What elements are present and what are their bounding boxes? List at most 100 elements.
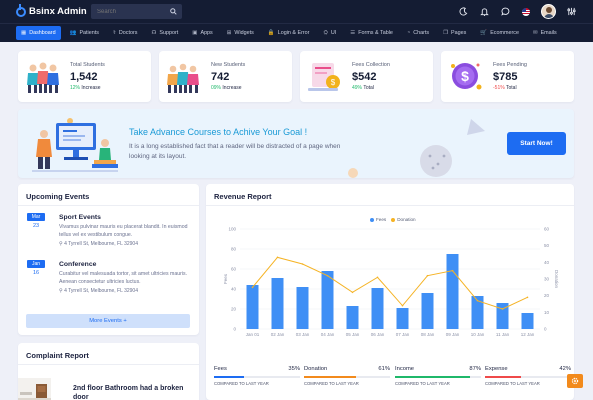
more-events-button[interactable]: More Events + [26,314,190,328]
x-tick-label: 08 Jan [421,332,435,337]
nav-item-charts[interactable]: ◔ Charts [402,26,434,40]
stat-change: -51% Total [493,85,527,91]
event-location-text: 4 Tyrrell St, Melbourne, FL 32904 [64,241,138,247]
event-location: ⚲ 4 Tyrrell St, Melbourne, FL 32904 [59,288,138,294]
summary-compare-text: COMPARED TO LAST YEAR [395,381,450,386]
summary-item: Fees 35% COMPARED TO LAST YEAR [214,366,300,386]
summary-progress-fill [214,376,245,378]
dashboard-icon: ▦ [21,30,27,36]
fees-bar [521,313,534,329]
summary-item: Donation 61% COMPARED TO LAST YEAR [304,366,390,386]
nav-item-dashboard[interactable]: ▦ Dashboard [16,26,61,40]
online-learning-illustration [32,123,118,172]
mail-icon: ✉ [532,30,538,36]
dark-mode-icon[interactable] [457,6,469,18]
app-logo[interactable]: Bsinx Admin [0,3,91,17]
nav-item-login-error[interactable]: 🔒 Login & Error [263,26,315,40]
students-illustration [24,59,62,95]
nav-item-label: Ecommerce [490,30,519,36]
fees-bar [246,285,259,329]
summary-compare-text: COMPARED TO LAST YEAR [304,381,359,386]
event-date: Jan 16 [27,260,45,276]
summary-item: Expense 42% COMPARED TO LAST YEAR [485,366,571,386]
event-description: Vivamus pulvinar mauris eu placerat blan… [59,224,188,238]
nav-item-label: Dashboard [29,30,56,36]
complaint-item-title[interactable]: 2nd floor Bathroom had a broken door [73,384,193,400]
donation-point [276,256,279,259]
revenue-report-card: Revenue Report Fees Donation 0 20 40 60 80 100… [206,184,574,400]
ui-icon: ⛭ [323,29,328,36]
donation-point [426,274,429,277]
logo-icon [16,3,26,17]
stat-change-percent: 49% [352,85,363,91]
y-tick-label: 80 [231,247,237,252]
svg-text:$: $ [331,78,336,87]
revenue-title: Revenue Report [214,192,272,201]
nav-item-emails[interactable]: ✉ Emails [528,26,562,40]
nav-item-apps[interactable]: ▣ Apps [187,26,218,40]
app-title: Bsinx Admin [29,6,87,17]
y2-tick-label: 0 [544,327,547,332]
summary-compare-text: COMPARED TO LAST YEAR [485,381,540,386]
search-icon[interactable] [170,8,177,15]
summary-percent: 61% [378,366,390,372]
nav-item-pages[interactable]: ❐ Pages [438,26,471,40]
summary-label: Donation [304,366,328,372]
complaint-title: Complaint Report [26,351,89,360]
y2-tick-label: 30 [544,277,550,282]
y-tick-label: 60 [231,267,237,272]
x-tick-label: 06 Jan [371,332,385,337]
settings-fab[interactable] [567,374,583,388]
x-tick-label: 12 Jan [521,332,535,337]
fees-bar [371,288,384,329]
y2-tick-label: 20 [544,293,550,298]
x-tick-label: 04 Jan [321,332,335,337]
top-bar: Bsinx Admin [0,0,593,23]
x-tick-label: 02 Jan [271,332,285,337]
nav-item-doctors[interactable]: ⚕ Doctors [108,26,143,40]
event-month: Mar [27,213,45,221]
user-avatar[interactable] [541,4,556,19]
donation-point [326,274,329,277]
start-now-button[interactable]: Start Now! [507,132,566,155]
event-location-text: 4 Tyrrell St, Melbourne, FL 32904 [64,288,138,294]
language-flag-icon[interactable] [520,6,532,18]
stat-change-text: Total [506,85,517,91]
nav-item-label: Widgets [234,30,254,36]
nav-item-ui[interactable]: ⛭ UI [318,26,341,40]
bell-icon[interactable] [478,6,490,18]
pages-icon: ❐ [443,30,449,36]
y-tick-label: 100 [228,227,236,232]
nav-item-patients[interactable]: 👥 Patients [65,26,104,40]
summary-progress-bar [395,376,481,378]
summary-progress-bar [485,376,571,378]
summary-progress-bar [304,376,390,378]
complaint-thumbnail [18,378,51,400]
nav-item-support[interactable]: ☊ Support [146,26,183,40]
nav-item-widgets[interactable]: ⊞ Widgets [222,26,259,40]
lock-icon: 🔒 [267,30,275,36]
nav-item-forms-table[interactable]: ☰ Forms & Table [345,26,398,40]
stat-card: Total Students 1,542 12% Increase [18,51,151,102]
search-input[interactable] [97,8,167,15]
y2-axis-title: Donation [554,270,559,289]
nav-item-label: Patients [79,30,99,36]
y2-tick-label: 60 [544,227,550,232]
x-tick-label: 03 Jan [296,332,310,337]
forms-icon: ☰ [350,30,356,36]
chat-icon[interactable] [499,6,511,18]
donation-point [451,269,454,272]
nav-item-ecommerce[interactable]: 🛒 Ecommerce [475,26,524,40]
stat-value: 1,542 [70,71,98,83]
summary-progress-fill [485,376,522,378]
divider [206,205,574,206]
stat-label: Total Students [70,62,105,68]
event-date: Mar 23 [27,213,45,229]
fees-bar [296,287,309,329]
stat-value: 742 [211,71,230,83]
settings-sliders-icon[interactable] [565,6,577,18]
stat-card: New Students 742 09% Increase [159,51,292,102]
summary-label: Expense [485,366,508,372]
donation-point [501,308,504,310]
y-tick-label: 40 [231,287,237,292]
